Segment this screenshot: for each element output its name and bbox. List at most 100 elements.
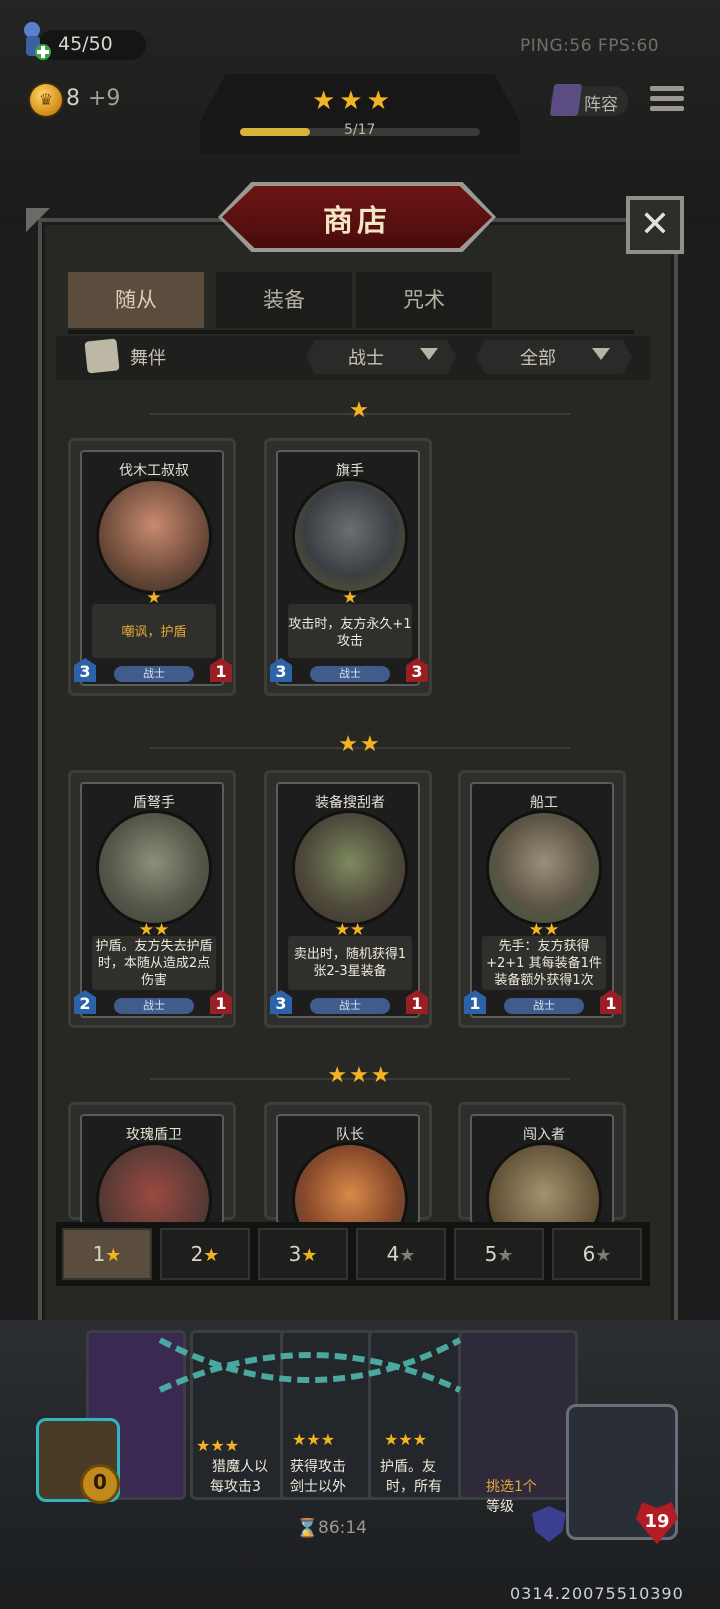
minion-card[interactable]: 旗手 ★ 攻击时，友方永久+1攻击 3 战士 3: [264, 438, 432, 696]
card-name: 闯入者: [523, 1127, 565, 1143]
round-timer: 86:14: [318, 1518, 367, 1538]
card-name: 盾弩手: [133, 795, 175, 811]
tier-button-1[interactable]: 1★: [62, 1228, 152, 1280]
coin-icon: ♛: [30, 84, 62, 116]
star-icon: ★: [497, 1245, 514, 1266]
shipwright-portrait: [486, 810, 602, 926]
minion-card[interactable]: 船工 ★★ 先手：友方获得+2+1 其每装备1件装备额外获得1次 1 战士 1: [458, 770, 626, 1028]
section-stars-2: ★★: [338, 732, 382, 757]
attack-value: 3: [270, 990, 292, 1014]
section-stars-1: ★: [349, 398, 371, 423]
star-icon: ★: [105, 1245, 122, 1266]
bag-count: 0: [80, 1464, 120, 1504]
tab-spells[interactable]: 咒术: [356, 272, 492, 328]
card-ability: 先手：友方获得+2+1 其每装备1件装备额外获得1次: [486, 939, 602, 988]
hand-card-text: 挑选1个: [486, 1479, 537, 1495]
tier-label: 2: [190, 1242, 204, 1266]
card-name: 伐木工叔叔: [119, 463, 189, 479]
health-value: 1: [210, 990, 232, 1014]
hand-card-stars: ★★★: [384, 1430, 428, 1449]
hand-card-text: 剑士以外: [290, 1479, 346, 1495]
card-ability: 嘲讽，护盾: [121, 625, 187, 640]
hand-card-text: 等级: [486, 1499, 514, 1515]
minion-card[interactable]: 装备搜刮者 ★★ 卖出时，随机获得1张2-3星装备 3 战士 1: [264, 770, 432, 1028]
attack-value: 3: [74, 658, 96, 682]
chain-icon: [158, 1337, 462, 1393]
lumberjack-portrait: [96, 478, 212, 594]
star-icon: ★: [595, 1245, 612, 1266]
mask-icon[interactable]: [84, 338, 120, 374]
card-face: 闯入者: [470, 1114, 614, 1258]
attack-value: 1: [464, 990, 486, 1014]
tribe-filter-label[interactable]: 舞伴: [130, 344, 166, 370]
gold-income: +9: [88, 86, 121, 111]
tier-label: 1: [92, 1242, 106, 1266]
hand-card-text: 护盾。友: [380, 1459, 436, 1475]
star-icon: ★: [301, 1245, 318, 1266]
tier-button-5[interactable]: 5★: [454, 1228, 544, 1280]
card-face: 盾弩手 ★★ 护盾。友方失去护盾时，本随从造成2点伤害 2 战士 1: [74, 782, 232, 1018]
health-value: 3: [406, 658, 428, 682]
hand-card[interactable]: [458, 1330, 578, 1500]
health-value: 1: [210, 658, 232, 682]
card-name: 装备搜刮者: [315, 795, 385, 811]
tier-button-3[interactable]: 3★: [258, 1228, 348, 1280]
hand-card-stars: ★★★: [196, 1436, 240, 1455]
card-ability: 卖出时，随机获得1张2-3星装备: [293, 947, 407, 979]
tier-label: 5: [484, 1242, 498, 1266]
card-face: 船工 ★★ 先手：友方获得+2+1 其每装备1件装备额外获得1次 1 战士 1: [464, 782, 622, 1018]
tab-minions[interactable]: 随从: [68, 272, 204, 328]
attack-value: 2: [74, 990, 96, 1014]
tier-progress-text: 5/17: [344, 122, 376, 138]
gold-value: 8: [66, 86, 80, 111]
class-pill: 战士: [114, 666, 194, 682]
chevron-down-icon: [592, 348, 610, 360]
shop-title: 商店: [323, 204, 391, 239]
chevron-down-icon: [420, 348, 438, 360]
minion-card[interactable]: 闯入者: [458, 1102, 626, 1258]
minion-card[interactable]: 盾弩手 ★★ 护盾。友方失去护盾时，本随从造成2点伤害 2 战士 1: [68, 770, 236, 1028]
hand-card-stars: ★★★: [292, 1430, 336, 1449]
hand-card-text: 猎魔人以: [212, 1459, 268, 1475]
tier-button-4[interactable]: 4★: [356, 1228, 446, 1280]
tab-equipment[interactable]: 装备: [216, 272, 352, 328]
tier-button-6[interactable]: 6★: [552, 1228, 642, 1280]
hand-card-text: 时，所有: [386, 1479, 442, 1495]
tier-label: 3: [288, 1242, 302, 1266]
card-face: 旗手 ★ 攻击时，友方永久+1攻击 3 战士 3: [270, 450, 428, 686]
card-face: 伐木工叔叔 ★ 嘲讽，护盾 3 战士 1: [74, 450, 232, 686]
card-name: 旗手: [336, 463, 364, 479]
hand-card-text: 获得攻击: [290, 1459, 346, 1475]
class-pill: 战士: [310, 666, 390, 682]
minion-card[interactable]: 伐木工叔叔 ★ 嘲讽，护盾 3 战士 1: [68, 438, 236, 696]
star-icon: ★: [399, 1245, 416, 1266]
lineup-label: 阵容: [584, 95, 618, 115]
class-filter-value: 战士: [348, 348, 384, 369]
card-ability: 攻击时，友方永久+1攻击: [288, 617, 412, 649]
class-pill: 战士: [310, 998, 390, 1014]
health-value: 1: [600, 990, 622, 1014]
star-icon: ★: [203, 1245, 220, 1266]
network-stats: PING:56 FPS:60: [520, 36, 660, 56]
tavern-tier-stars: ★★★: [312, 86, 394, 116]
class-pill: 战士: [114, 998, 194, 1014]
book-icon: [549, 84, 583, 116]
tier-progress-fill: [240, 128, 310, 136]
attack-value: 3: [270, 658, 292, 682]
hand-card-text: 每攻击3: [210, 1479, 261, 1495]
menu-icon[interactable]: [650, 86, 684, 118]
card-ability: 护盾。友方失去护盾时，本随从造成2点伤害: [95, 939, 213, 988]
minion-card[interactable]: 队长: [264, 1102, 432, 1258]
class-pill: 战士: [504, 998, 584, 1014]
minion-card[interactable]: 玫瑰盾卫: [68, 1102, 236, 1258]
tier-label: 6: [582, 1242, 596, 1266]
scope-filter-value: 全部: [520, 348, 556, 369]
tier-button-2[interactable]: 2★: [160, 1228, 250, 1280]
close-icon[interactable]: ✕: [626, 196, 684, 254]
card-name: 船工: [530, 795, 558, 811]
health-value: 45/50: [58, 33, 113, 55]
potion-icon: [24, 22, 51, 60]
tier-label: 4: [386, 1242, 400, 1266]
build-id: 0314.20075510390: [510, 1584, 684, 1603]
card-name: 队长: [336, 1127, 364, 1143]
